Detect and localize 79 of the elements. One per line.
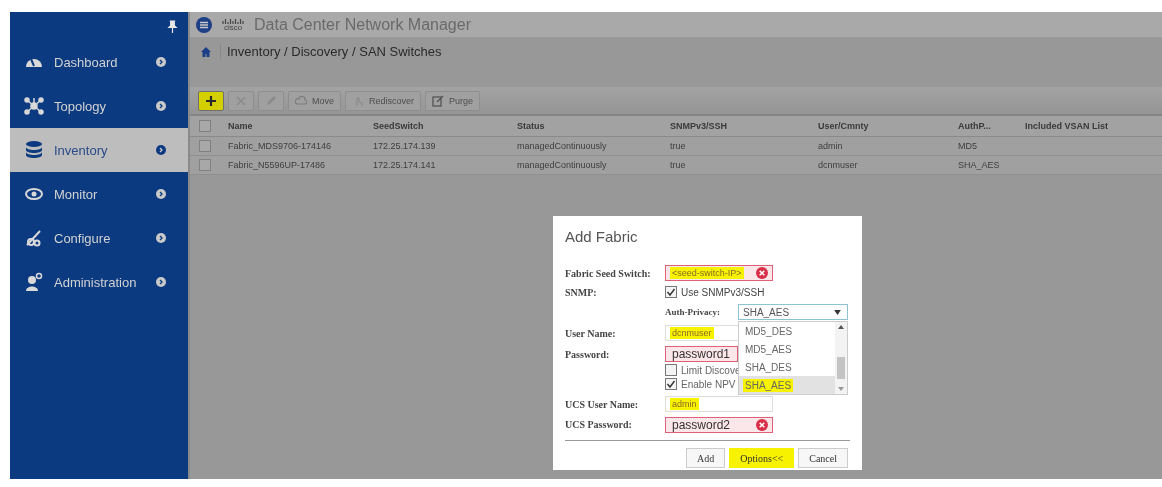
column-header[interactable]: AuthP... — [950, 121, 1017, 131]
chevron-icon — [156, 189, 166, 199]
table-cell-text: 172.25.174.139 — [372, 141, 437, 151]
column-header[interactable]: User/Cmnty — [810, 121, 950, 131]
dropdown-option[interactable]: MD5_AES — [739, 340, 835, 358]
caret-icon — [834, 309, 841, 315]
field-label: Password: — [565, 348, 611, 360]
checkbox[interactable] — [199, 159, 211, 171]
user-icon — [24, 272, 44, 292]
chevron-icon — [156, 277, 166, 287]
database-icon — [24, 140, 44, 160]
chevron-icon — [156, 57, 166, 67]
auth-privacy-select[interactable]: SHA_AES — [738, 304, 848, 320]
table-cell-text: managedContinuously — [516, 141, 608, 151]
pin-icon[interactable] — [167, 19, 178, 33]
sidebar-item[interactable]: Administration — [10, 260, 188, 304]
input-field[interactable]: admin — [665, 396, 773, 412]
logo: cisco — [220, 17, 246, 32]
dialog-button[interactable]: Cancel — [798, 448, 848, 468]
column-header[interactable]: Included VSAN List — [1017, 121, 1157, 131]
table-cell-text: true — [669, 141, 687, 151]
app-title: Data Center Network Manager — [254, 15, 471, 34]
scroll-thumb[interactable] — [837, 357, 845, 379]
edit-box-icon — [432, 94, 445, 107]
scroll-up-icon[interactable] — [838, 325, 844, 329]
add-button[interactable] — [198, 90, 224, 111]
checkbox[interactable] — [665, 364, 677, 376]
checkbox[interactable] — [665, 286, 677, 298]
field-label: Auth-Privacy: — [665, 307, 721, 317]
sidebar-item[interactable]: Dashboard — [10, 40, 188, 84]
dialog-title: Add Fabric — [565, 228, 639, 247]
field-label: UCS User Name: — [565, 398, 640, 410]
sidebar-item[interactable]: Inventory — [10, 128, 188, 172]
dialog-button[interactable]: Add — [686, 448, 726, 468]
table-cell-text: dcnmuser — [817, 160, 859, 170]
menu-icon[interactable] — [196, 16, 212, 33]
field-label: SNMP: — [565, 286, 598, 298]
column-header[interactable]: SeedSwitch — [365, 121, 509, 131]
column-header[interactable]: Name — [220, 121, 365, 131]
cloud-icon — [295, 94, 307, 107]
breadcrumb: Inventory / Discovery / SAN Switches — [220, 44, 442, 59]
input-field[interactable]: password2 — [665, 416, 773, 433]
table-cell-text: SHA_AES — [957, 160, 1001, 170]
sidebar-item[interactable]: Configure — [10, 216, 188, 260]
error-icon — [756, 267, 768, 279]
chevron-icon — [156, 233, 166, 243]
column-header[interactable]: Status — [509, 121, 662, 131]
sidebar-item[interactable]: Topology — [10, 84, 188, 128]
sidebar-item[interactable]: Monitor — [10, 172, 188, 216]
field-label: Fabric Seed Switch: — [565, 267, 652, 279]
chevron-icon — [156, 145, 166, 155]
table-cell-text: admin — [817, 141, 844, 151]
field-label: User Name: — [565, 327, 617, 339]
checkbox[interactable] — [199, 120, 211, 132]
table-cell-text: MD5 — [957, 141, 978, 151]
table-cell-text: Fabric_MDS9706-174146 — [227, 141, 333, 151]
checkbox-label: Use SNMPv3/SSH — [681, 286, 765, 298]
network-icon — [24, 96, 44, 116]
table-cell-text: managedContinuously — [516, 160, 608, 170]
input-field[interactable]: password1 — [665, 346, 738, 362]
checkbox[interactable] — [665, 378, 677, 390]
dialog-button[interactable]: Options<< — [729, 448, 795, 468]
home-icon[interactable] — [200, 45, 212, 58]
field-label: UCS Password: — [565, 419, 633, 430]
table-cell-text: true — [669, 160, 687, 170]
dropdown-option[interactable]: SHA_DES — [739, 358, 835, 376]
input-field[interactable]: <seed-switch-IP> — [665, 265, 773, 281]
table-cell-text: Fabric_N5596UP-17486 — [227, 160, 327, 170]
tools-icon — [24, 228, 44, 248]
column-header[interactable]: SNMPv3/SSH — [662, 121, 810, 131]
checkbox-label: Enable NPV — [681, 378, 736, 390]
scroll-down-icon[interactable] — [838, 387, 844, 391]
dropdown-option[interactable]: SHA_AES — [739, 376, 835, 394]
error-icon — [756, 418, 768, 431]
chevron-icon — [156, 101, 166, 111]
plus-icon — [205, 94, 217, 107]
table-cell-text: 172.25.174.141 — [372, 160, 437, 170]
checkbox[interactable] — [199, 140, 211, 152]
scrollbar[interactable] — [835, 322, 847, 394]
